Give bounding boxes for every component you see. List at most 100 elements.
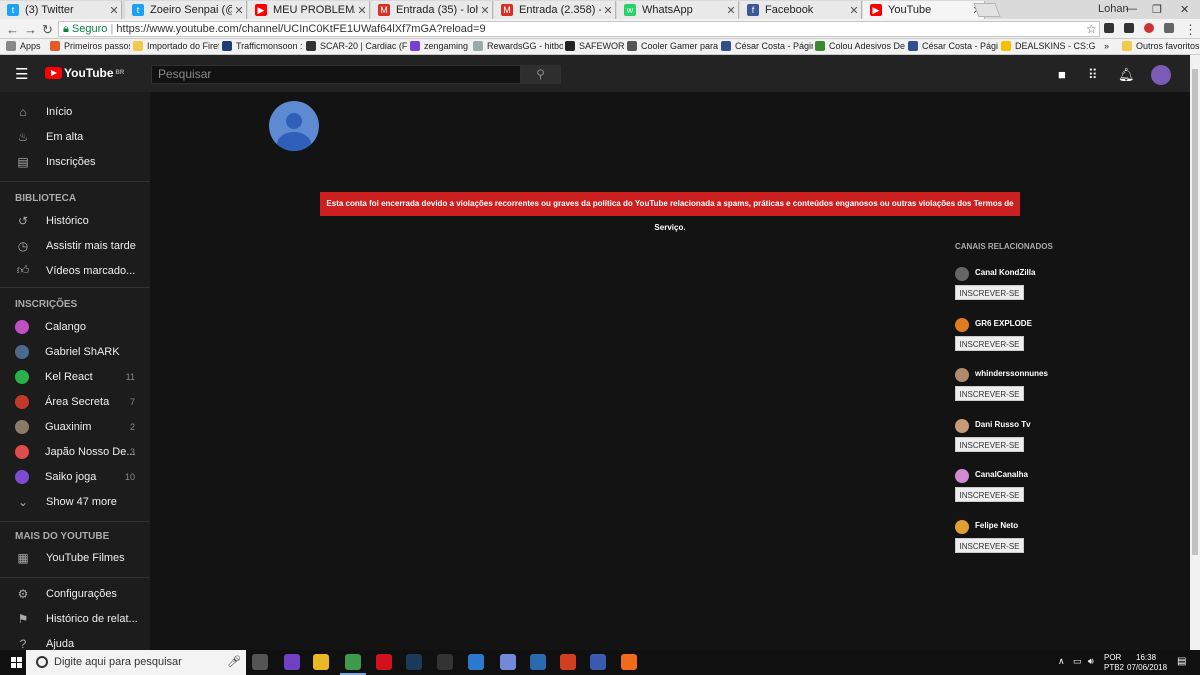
bookmark-item[interactable]: zengaming [410, 41, 470, 51]
sidebar-subscription[interactable]: Saiko joga 10 [0, 464, 150, 489]
sidebar-item-subscriptions[interactable]: ▤ Inscrições [0, 149, 150, 174]
app-icon[interactable] [560, 654, 576, 670]
related-channel-name[interactable]: GR6 EXPLODE [975, 319, 1032, 328]
tray-chevron-icon[interactable]: ∧ [1058, 656, 1065, 667]
language-indicator[interactable]: POR [1104, 653, 1121, 662]
minimize-button[interactable]: — [1126, 3, 1137, 15]
clock-date[interactable]: 07/06/2018 [1127, 663, 1167, 672]
scrollbar-thumb[interactable] [1192, 69, 1198, 555]
tab-close-icon[interactable]: ✕ [601, 4, 615, 17]
new-tab-button[interactable] [973, 3, 1001, 17]
show-more-button[interactable]: ⌄ Show 47 more [0, 489, 150, 514]
subscribe-button[interactable]: INSCREVER-SE [955, 487, 1024, 503]
sidebar-item-watch-later[interactable]: ◷ Assistir mais tarde [0, 233, 150, 258]
bookmark-item[interactable]: SCAR-20 | Cardiac (F [306, 41, 408, 51]
bookmark-item[interactable]: SAFEWORK [565, 41, 625, 51]
visual-studio-icon[interactable] [284, 654, 300, 670]
sidebar-subscription[interactable]: Japão Nosso De... 3 [0, 439, 150, 464]
windows-start-icon[interactable] [11, 657, 22, 668]
epic-games-icon[interactable] [437, 654, 453, 670]
notifications-bell-icon[interactable]: 🔔︎ [1118, 67, 1135, 83]
bookmark-item[interactable]: RewardsGG - hitbox [473, 41, 563, 51]
related-channel-name[interactable]: Felipe Neto [975, 521, 1018, 530]
browser-tab[interactable]: w WhatsApp ✕ [617, 1, 739, 19]
bookmark-star-icon[interactable]: ☆ [1086, 22, 1097, 36]
chrome-icon[interactable] [345, 654, 361, 670]
tab-close-icon[interactable]: ✕ [724, 4, 738, 17]
subscribe-button[interactable]: INSCREVER-SE [955, 538, 1024, 553]
tab-close-icon[interactable]: ✕ [847, 4, 861, 17]
sidebar-item-liked[interactable]: 👍︎ Vídeos marcado... [0, 258, 150, 283]
browser-tab[interactable]: M Entrada (35) - lohanknup✕ [371, 1, 493, 19]
extension-icon[interactable] [1164, 23, 1174, 33]
related-channel-name[interactable]: Canal KondZilla [975, 268, 1035, 277]
bookmark-other[interactable]: Outros favoritos [1122, 41, 1200, 51]
sidebar-item-trending[interactable]: ♨ Em alta [0, 124, 150, 149]
sidebar-subscription[interactable]: Kel React 11 [0, 364, 150, 389]
more-bookmarks-icon[interactable]: » [1104, 41, 1114, 51]
action-center-icon[interactable]: ▤ [1177, 656, 1186, 667]
bookmark-item[interactable]: César Costa - Página [908, 41, 998, 51]
reload-icon[interactable]: ↻ [42, 22, 53, 38]
address-input[interactable]: 🔒︎ Seguro | https://www.youtube.com/chan… [58, 21, 1100, 37]
file-explorer-icon[interactable] [313, 654, 329, 670]
subscribe-button[interactable]: INSCREVER-SE [955, 436, 1024, 452]
browser-tab[interactable]: ▶YouTube✕ [863, 1, 985, 19]
channel-avatar[interactable] [955, 469, 969, 484]
bookmark-item[interactable]: Primeiros passos [50, 41, 130, 51]
origin-icon[interactable] [621, 654, 637, 670]
extension-icon[interactable] [1104, 23, 1114, 33]
maximize-button[interactable]: ❐ [1152, 3, 1162, 16]
subscribe-button[interactable]: INSCREVER-SE [955, 285, 1024, 300]
sidebar-subscription[interactable]: Gabriel ShARK [0, 339, 150, 364]
subscribe-button[interactable]: INSCREVER-SE [955, 386, 1024, 402]
clock-time[interactable]: 16:38 [1136, 653, 1156, 662]
browser-tab[interactable]: M Entrada (2.358) - lohanki✕ [494, 1, 616, 19]
microphone-icon[interactable]: 🎤︎ [227, 650, 241, 675]
opera-icon[interactable] [376, 654, 392, 670]
sidebar-subscription[interactable]: Calango [0, 314, 150, 339]
related-channel-name[interactable]: CanalCanalha [975, 470, 1028, 479]
channel-avatar[interactable] [955, 317, 969, 332]
taskbar-search-input[interactable]: Digite aqui para pesquisar 🎤︎ [26, 650, 246, 675]
sidebar-item-report-history[interactable]: ⚑ Histórico de relat... [0, 606, 150, 631]
sidebar-item-help[interactable]: ? Ajuda [0, 631, 150, 651]
apps-grid-icon[interactable]: ⠿ [1088, 67, 1098, 83]
sidebar-item-youtube-movies[interactable]: ▦ YouTube Filmes [0, 545, 150, 570]
bookmark-item[interactable]: Importado do Firefo [133, 41, 219, 51]
sidebar-item-home[interactable]: ⌂ Início [0, 99, 150, 124]
search-input[interactable]: Pesquisar [151, 65, 521, 84]
steam-icon[interactable] [406, 654, 422, 670]
bookmark-item[interactable]: Trafficmonsoon : Ov [222, 41, 304, 51]
browser-tab[interactable]: t Zoeiro Senpai (@ZoeiroS✕ [125, 1, 247, 19]
uplay-icon[interactable] [468, 654, 484, 670]
tab-close-icon[interactable]: ✕ [107, 4, 121, 17]
task-view-icon[interactable] [252, 654, 268, 670]
browser-tab[interactable]: f Facebook ✕ [740, 1, 862, 19]
create-video-icon[interactable]: ■ [1058, 67, 1066, 82]
subscribe-button[interactable]: INSCREVER-SE [955, 335, 1024, 351]
keyboard-layout[interactable]: PTB2 [1104, 663, 1124, 672]
extension-icon[interactable] [1144, 23, 1154, 33]
profile-name[interactable]: Lohan [1098, 3, 1129, 15]
related-channel-name[interactable]: Dani Russo Tv [975, 420, 1031, 429]
sidebar-subscription[interactable]: Área Secreta 7 [0, 389, 150, 414]
search-button[interactable]: ⚲ [520, 65, 561, 84]
bookmark-item[interactable]: Cooler Gamer para N [627, 41, 719, 51]
app-icon[interactable] [530, 654, 546, 670]
discord-icon[interactable] [500, 654, 516, 670]
browser-tab[interactable]: ▶ MEU PROBLEMA COM O✕ [248, 1, 370, 19]
bookmark-item[interactable]: Apps [6, 41, 46, 51]
sidebar-item-settings[interactable]: ⚙ Configurações [0, 581, 150, 606]
browser-tab[interactable]: t (3) Twitter ✕ [0, 1, 122, 19]
channel-avatar[interactable] [955, 520, 969, 534]
forward-icon[interactable]: → [24, 22, 37, 37]
sidebar-item-history[interactable]: ↺ Histórico [0, 208, 150, 233]
tab-close-icon[interactable]: ✕ [355, 4, 369, 17]
channel-avatar[interactable] [955, 418, 969, 433]
page-scrollbar[interactable] [1190, 55, 1200, 650]
app-icon[interactable] [590, 654, 606, 670]
sidebar-subscription[interactable]: Guaxinim 2 [0, 414, 150, 439]
channel-avatar[interactable] [955, 368, 969, 383]
extension-icon[interactable] [1124, 23, 1134, 33]
